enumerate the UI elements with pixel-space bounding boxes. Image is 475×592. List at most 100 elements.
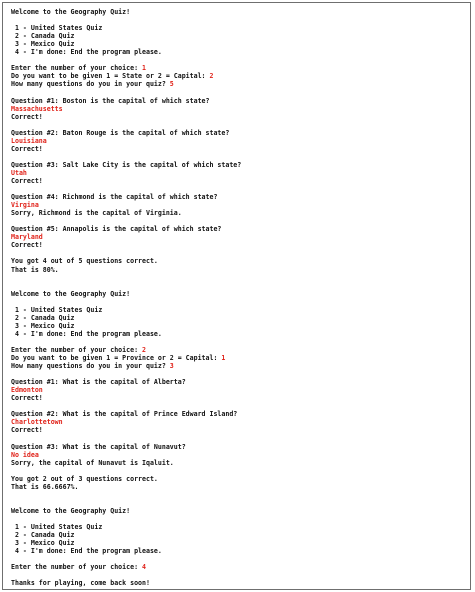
console-line: Sorry, the capital of Nunavut is Iqaluit…: [11, 459, 241, 467]
user-input-text: 3: [169, 362, 174, 371]
program-output-text: Correct!: [11, 176, 43, 185]
console-line: Charlottetown: [11, 418, 241, 426]
program-output-text: Correct!: [11, 426, 43, 435]
console-line: Utah: [11, 169, 241, 177]
console-line: Maryland: [11, 233, 241, 241]
console-line: Do you want to be given 1 = Province or …: [11, 354, 241, 362]
program-output-text: Question #3: What is the capital of Nuna…: [11, 442, 186, 451]
program-output-text: Correct!: [11, 112, 43, 121]
program-output-text: You got 4 out of 5 questions correct.: [11, 257, 158, 266]
program-output-text: Question #2: Baton Rouge is the capital …: [11, 128, 230, 137]
user-input-text: 1: [142, 64, 146, 73]
program-output-text: 1 - United States Quiz: [11, 24, 103, 33]
console-output-panel: Welcome to the Geography Quiz! 1 - Unite…: [2, 2, 471, 590]
user-input-text: Utah: [11, 168, 27, 177]
program-output-text: Correct!: [11, 144, 43, 153]
user-input-text: Massachusetts: [11, 104, 63, 113]
console-line: Welcome to the Geography Quiz!: [11, 8, 241, 16]
console-line: Question #1: Boston is the capital of wh…: [11, 97, 241, 105]
console-line: Thanks for playing, come back soon!: [11, 579, 241, 587]
console-line: Edmonton: [11, 386, 241, 394]
console-line: Correct!: [11, 113, 241, 121]
console-line: Do you want to be given 1 = State or 2 =…: [11, 72, 241, 80]
console-line: How many questions do you in your quiz? …: [11, 80, 241, 88]
console-line: 1 - United States Quiz: [11, 306, 241, 314]
program-output-text: 2 - Canada Quiz: [11, 313, 75, 322]
program-output-text: Question #5: Annapolis is the capital of…: [11, 225, 222, 234]
console-line: Virgina: [11, 201, 241, 209]
console-line: Correct!: [11, 145, 241, 153]
program-output-text: 3 - Mexico Quiz: [11, 321, 75, 330]
console-line: You got 4 out of 5 questions correct.: [11, 257, 241, 265]
console-line: Correct!: [11, 177, 241, 185]
console-line: 2 - Canada Quiz: [11, 531, 241, 539]
program-output-text: 2 - Canada Quiz: [11, 32, 75, 41]
program-output-text: 4 - I'm done: End the program please.: [11, 547, 162, 556]
console-line: How many questions do you in your quiz? …: [11, 362, 241, 370]
user-input-text: 5: [169, 80, 174, 89]
program-output-text: How many questions do you in your quiz?: [11, 362, 170, 371]
console-line: Sorry, Richmond is the capital of Virgin…: [11, 209, 241, 217]
program-output-text: Question #1: What is the capital of Albe…: [11, 378, 186, 387]
program-output-text: You got 2 out of 3 questions correct.: [11, 474, 158, 483]
console-line: Question #4: Richmond is the capital of …: [11, 193, 241, 201]
console-line: 4 - I'm done: End the program please.: [11, 547, 241, 555]
console-line: Correct!: [11, 241, 241, 249]
console-line: Correct!: [11, 394, 241, 402]
program-output-text: Do you want to be given 1 = State or 2 =…: [11, 72, 210, 81]
user-input-text: Louisiana: [11, 136, 47, 145]
user-input-text: 4: [142, 563, 146, 572]
console-line: 3 - Mexico Quiz: [11, 539, 241, 547]
program-output-text: Question #3: Salt Lake City is the capit…: [11, 160, 242, 169]
user-input-text: No idea: [11, 450, 39, 459]
user-input-text: Maryland: [11, 233, 43, 242]
program-output-text: Correct!: [11, 394, 43, 403]
console-line: 4 - I'm done: End the program please.: [11, 330, 241, 338]
program-output-text: That is 66.6667%.: [11, 482, 79, 491]
console-line: No idea: [11, 451, 241, 459]
console-line: 1 - United States Quiz: [11, 24, 241, 32]
program-output-text: 1 - United States Quiz: [11, 305, 103, 314]
console-line: Question #2: What is the capital of Prin…: [11, 410, 241, 418]
user-input-text: Edmonton: [11, 386, 43, 395]
console-line: Question #3: What is the capital of Nuna…: [11, 443, 241, 451]
console-line: Enter the number of your choice: 2: [11, 346, 241, 354]
program-output-text: 4 - I'm done: End the program please.: [11, 48, 162, 57]
program-output-text: 3 - Mexico Quiz: [11, 539, 75, 548]
console-transcript: Welcome to the Geography Quiz! 1 - Unite…: [11, 8, 241, 587]
console-line: Question #1: What is the capital of Albe…: [11, 378, 241, 386]
program-output-text: Thanks for playing, come back soon!: [11, 579, 150, 588]
console-line: 1 - United States Quiz: [11, 523, 241, 531]
user-input-text: 2: [209, 72, 214, 81]
program-output-text: That is 80%.: [11, 265, 59, 274]
user-input-text: Virgina: [11, 201, 39, 210]
console-line: 2 - Canada Quiz: [11, 314, 241, 322]
program-output-text: Enter the number of your choice:: [11, 563, 143, 572]
console-line: Enter the number of your choice: 4: [11, 563, 241, 571]
program-output-text: Sorry, the capital of Nunavut is Iqaluit…: [11, 458, 174, 467]
user-input-text: 2: [142, 345, 146, 354]
program-output-text: 1 - United States Quiz: [11, 523, 103, 531]
program-output-text: Enter the number of your choice:: [11, 345, 143, 354]
program-output-text: Question #1: Boston is the capital of wh…: [11, 96, 210, 105]
program-output-text: Correct!: [11, 241, 43, 250]
program-output-text: Question #4: Richmond is the capital of …: [11, 193, 218, 202]
console-line: Correct!: [11, 426, 241, 434]
user-input-text: Charlottetown: [11, 418, 63, 427]
